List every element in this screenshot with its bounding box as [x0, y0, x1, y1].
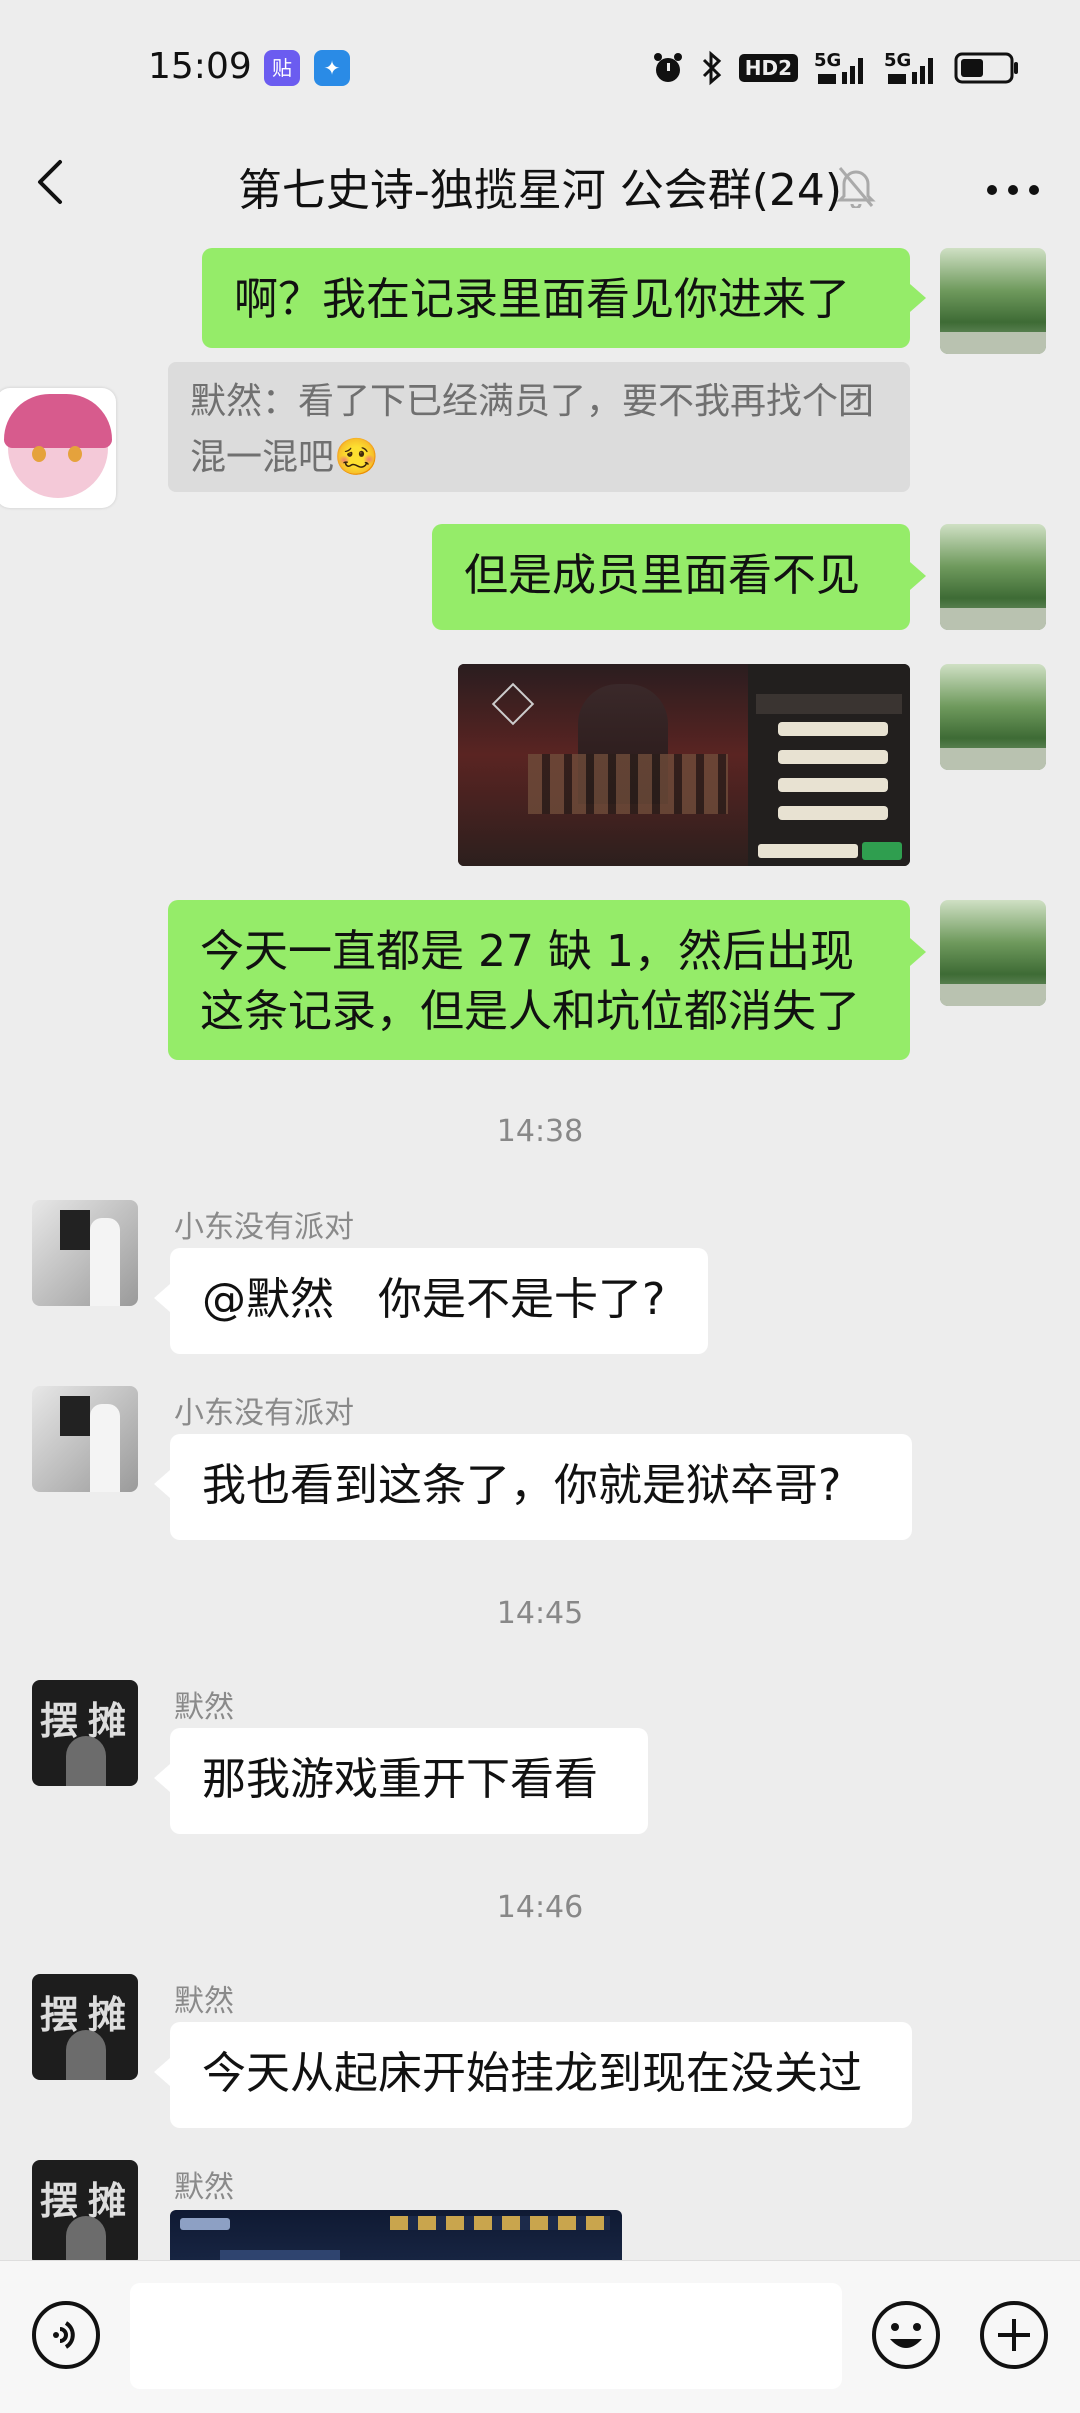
bluetooth-icon	[702, 50, 721, 86]
sender-name: 小东没有派对	[174, 1210, 354, 1245]
my-avatar[interactable]	[940, 900, 1046, 1006]
bubble-tail	[910, 284, 926, 312]
more-icon	[987, 185, 1039, 195]
hd2-icon: HD2	[738, 54, 798, 82]
message-text: 那我游戏重开下看看	[202, 1754, 598, 1805]
message-text: @默然 你是不是卡了?	[202, 1274, 666, 1325]
user-avatar[interactable]	[32, 1386, 138, 1492]
user-avatar[interactable]: 摆 摊	[32, 1974, 138, 2080]
their-message-bubble[interactable]: 今天从起床开始挂龙到现在没关过	[170, 2022, 912, 2128]
user-avatar[interactable]: 摆 摊	[32, 1680, 138, 1786]
status-bar: 15:09 贴 ✦ HD2 5G 5G	[0, 0, 1080, 130]
battery-icon	[954, 52, 1018, 84]
quote-text: 默然：看了下已经满员了，要不我再找个团混一混吧	[190, 381, 875, 478]
status-icons: HD2 5G 5G	[651, 46, 1020, 90]
user-avatar[interactable]	[32, 1200, 138, 1306]
timestamp: 14:45	[496, 1596, 584, 1631]
game-screenshot-image[interactable]	[458, 664, 910, 866]
message-input[interactable]	[130, 2283, 842, 2389]
message-text: 啊？我在记录里面看见你进来了	[234, 274, 850, 325]
bubble-tail	[154, 1284, 170, 1312]
their-message-bubble[interactable]: 那我游戏重开下看看	[170, 1728, 648, 1834]
sender-name: 小东没有派对	[174, 1396, 354, 1431]
chat-area[interactable]: 啊？我在记录里面看见你进来了 默然：看了下已经满员了，要不我再找个团混一混吧🥴 …	[0, 248, 1080, 2260]
emoji-icon	[872, 2301, 940, 2369]
message-text: 今天从起床开始挂龙到现在没关过	[202, 2048, 862, 2099]
plus-icon	[980, 2301, 1048, 2369]
user-avatar[interactable]: 摆 摊	[32, 2160, 138, 2260]
emoji-button[interactable]	[870, 2299, 942, 2375]
their-message-bubble[interactable]: @默然 你是不是卡了?	[170, 1248, 708, 1354]
my-message-bubble[interactable]: 但是成员里面看不见	[432, 524, 910, 630]
chat-title: 第七史诗-独揽星河 公会群(24)	[237, 165, 843, 216]
bubble-tail	[910, 938, 926, 966]
my-avatar[interactable]	[940, 664, 1046, 770]
signal-5g-icon: 5G	[814, 50, 868, 86]
my-avatar[interactable]	[940, 524, 1046, 630]
sender-name: 默然	[174, 1984, 234, 2019]
mute-bell-icon	[836, 164, 876, 212]
voice-icon	[32, 2301, 100, 2369]
bubble-tail	[154, 1764, 170, 1792]
anime-avatar[interactable]	[0, 388, 116, 508]
input-toolbar	[0, 2260, 1080, 2413]
telecom-app-icon: ✦	[314, 50, 350, 86]
message-text: 我也看到这条了，你就是狱卒哥?	[202, 1460, 842, 1511]
timestamp: 14:38	[496, 1114, 584, 1149]
message-text-line: 这条记录，但是人和坑位都消失了	[200, 986, 860, 1037]
game-screenshot-image[interactable]	[170, 2210, 622, 2260]
back-button[interactable]	[30, 152, 90, 222]
back-icon	[38, 160, 62, 204]
bubble-tail	[154, 2058, 170, 2086]
more-button[interactable]	[978, 160, 1048, 220]
my-avatar[interactable]	[940, 248, 1046, 354]
alarm-icon	[653, 53, 682, 82]
message-text: 但是成员里面看不见	[464, 550, 860, 601]
sender-name: 默然	[174, 1690, 234, 1725]
plus-button[interactable]	[978, 2299, 1050, 2375]
woozy-emoji-icon: 🥴	[334, 437, 379, 478]
status-time: 15:09	[148, 46, 252, 87]
sender-name: 默然	[174, 2170, 234, 2205]
voice-button[interactable]	[30, 2299, 102, 2375]
my-message-bubble[interactable]: 啊？我在记录里面看见你进来了	[202, 248, 910, 348]
signal-5g-icon: 5G	[884, 50, 938, 86]
my-message-bubble[interactable]: 今天一直都是 27 缺 1，然后出现 这条记录，但是人和坑位都消失了	[168, 900, 910, 1060]
timestamp: 14:46	[496, 1890, 584, 1925]
chat-title-container: 第七史诗-独揽星河 公会群(24)	[200, 154, 880, 218]
bubble-tail	[910, 562, 926, 590]
message-text-line: 今天一直都是 27 缺 1，然后出现	[200, 926, 854, 977]
their-message-bubble[interactable]: 我也看到这条了，你就是狱卒哥?	[170, 1434, 912, 1540]
bubble-tail	[154, 1470, 170, 1498]
chat-header: 第七史诗-独揽星河 公会群(24)	[0, 130, 1080, 248]
tieba-app-icon: 贴	[264, 50, 300, 86]
quoted-message[interactable]: 默然：看了下已经满员了，要不我再找个团混一混吧🥴	[168, 362, 910, 492]
